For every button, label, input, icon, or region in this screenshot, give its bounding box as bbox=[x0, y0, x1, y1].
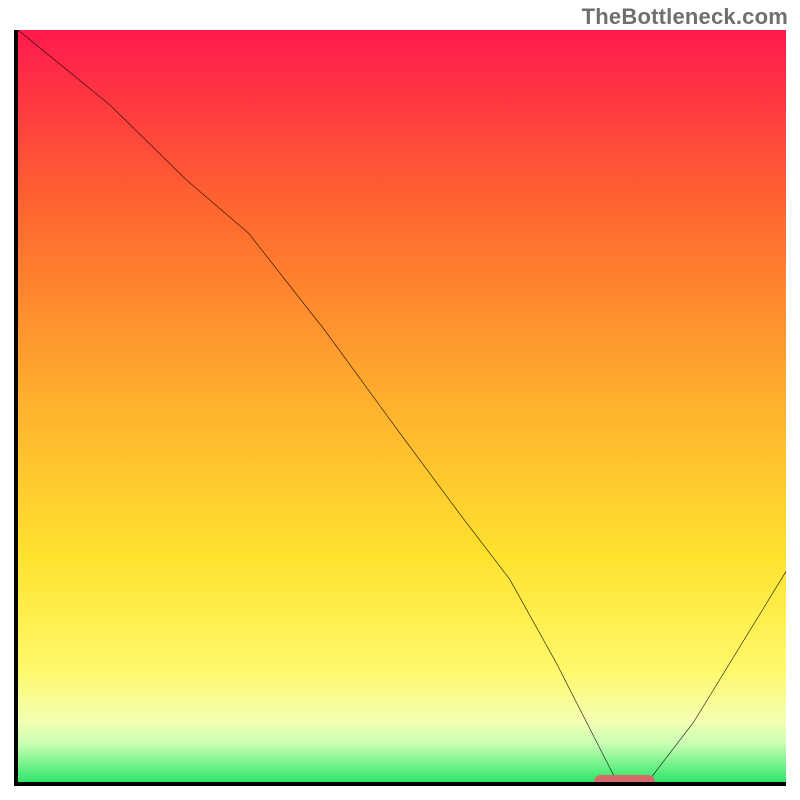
bottleneck-curve bbox=[18, 30, 786, 782]
curve-line bbox=[18, 30, 786, 782]
watermark-text: TheBottleneck.com bbox=[582, 4, 788, 30]
optimal-range-marker bbox=[594, 775, 655, 786]
bottleneck-chart: TheBottleneck.com bbox=[0, 0, 800, 800]
plot-area bbox=[14, 30, 786, 786]
